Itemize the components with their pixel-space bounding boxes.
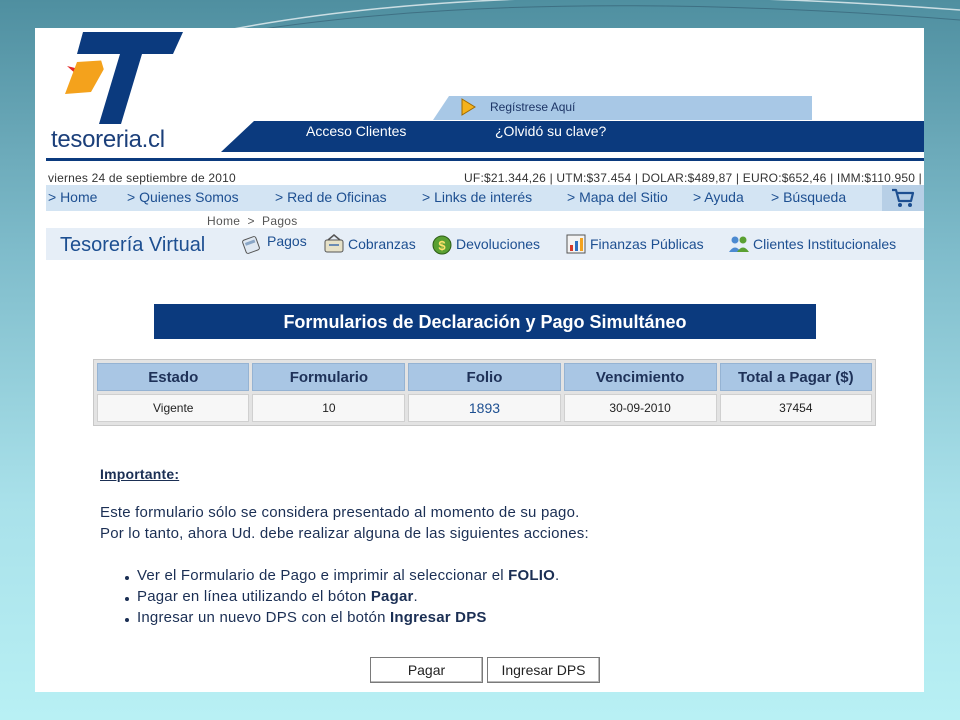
payment-forms-table: Estado Formulario Folio Vencimiento Tota… xyxy=(93,359,876,426)
virtual-item-finanzas[interactable]: Finanzas Públicas xyxy=(590,236,704,252)
main-menu: > Home > Quienes Somos > Red de Oficinas… xyxy=(46,185,924,211)
finanzas-icon xyxy=(566,234,586,254)
breadcrumb[interactable]: Home > Pagos xyxy=(207,214,298,228)
tesoreria-virtual-title: Tesorería Virtual xyxy=(60,234,206,256)
logo-text: tesoreria.cl xyxy=(51,126,165,153)
menu-item-quienes-somos[interactable]: > Quienes Somos xyxy=(127,189,239,205)
devoluciones-icon: $ xyxy=(432,235,452,255)
svg-text:$: $ xyxy=(438,238,446,253)
notice-line-1: Este formulario sólo se considera presen… xyxy=(100,504,580,521)
cart-button[interactable] xyxy=(882,185,924,211)
table-header-row: Estado Formulario Folio Vencimiento Tota… xyxy=(97,363,872,391)
folio-link[interactable]: 1893 xyxy=(408,394,561,422)
pay-button[interactable]: Pagar xyxy=(370,657,483,683)
virtual-item-cobranzas[interactable]: Cobranzas xyxy=(348,236,416,252)
virtual-item-clientes[interactable]: Clientes Institucionales xyxy=(753,236,896,252)
column-header: Total a Pagar ($) xyxy=(719,363,872,391)
menu-item-home[interactable]: > Home xyxy=(48,189,97,205)
menu-item-ayuda[interactable]: > Ayuda xyxy=(693,189,744,205)
column-header: Estado xyxy=(97,363,250,391)
menu-item-busqueda[interactable]: > Búsqueda xyxy=(771,189,846,205)
cell-formulario: 10 xyxy=(252,394,406,422)
current-date: viernes 24 de septiembre de 2010 xyxy=(48,171,236,185)
notice-line-2: Por lo tanto, ahora Ud. debe realizar al… xyxy=(100,525,589,542)
menu-item-mapa[interactable]: > Mapa del Sitio xyxy=(567,189,668,205)
form-title: Formularios de Declaración y Pago Simult… xyxy=(154,304,816,339)
bullet-icon xyxy=(125,596,129,601)
menu-item-red-de-oficinas[interactable]: > Red de Oficinas xyxy=(275,189,387,205)
column-header: Formulario xyxy=(252,363,406,391)
column-header: Vencimiento xyxy=(563,363,717,391)
date-rates-bar: viernes 24 de septiembre de 2010 UF:$21.… xyxy=(46,158,924,187)
bullet-icon xyxy=(125,575,129,580)
forgot-password-link[interactable]: ¿Olvidó su clave? xyxy=(495,123,606,139)
economic-indicators: UF:$21.344,26 | UTM:$37.454 | DOLAR:$489… xyxy=(464,171,922,185)
virtual-item-pagos[interactable]: Pagos xyxy=(267,233,307,249)
cell-total: 37454 xyxy=(719,394,872,422)
notice-heading: Importante: xyxy=(100,466,180,482)
cell-vencimiento: 30-09-2010 xyxy=(563,394,717,422)
cobranzas-icon xyxy=(324,234,344,253)
list-item: Ingresar un nuevo DPS con el botón Ingre… xyxy=(125,609,487,626)
shopping-cart-icon xyxy=(892,188,915,207)
column-header: Folio xyxy=(408,363,561,391)
clientes-icon xyxy=(729,236,749,252)
cell-estado: Vigente xyxy=(97,394,250,422)
client-access-link[interactable]: Acceso Clientes xyxy=(306,123,406,139)
list-item: Pagar en línea utilizando el bóton Pagar… xyxy=(125,588,418,605)
pagos-icon xyxy=(242,236,260,254)
register-tab[interactable]: Regístrese Aquí xyxy=(433,96,812,120)
register-link[interactable]: Regístrese Aquí xyxy=(490,100,575,114)
browser-page: tesoreria.cl Regístrese Aquí Acceso Clie… xyxy=(35,28,924,692)
virtual-item-devoluciones[interactable]: Devoluciones xyxy=(456,236,540,252)
bullet-icon xyxy=(125,617,129,622)
list-item: Ver el Formulario de Pago e imprimir al … xyxy=(125,567,559,584)
client-navbar: Acceso Clientes ¿Olvidó su clave? xyxy=(221,121,924,152)
virtual-services-bar: Tesorería Virtual Pagos Cobranzas $ Devo… xyxy=(46,228,924,260)
play-arrow-icon xyxy=(461,98,476,116)
table-row: Vigente 10 1893 30-09-2010 37454 xyxy=(97,394,872,422)
menu-item-links[interactable]: > Links de interés xyxy=(422,189,532,205)
new-dps-button[interactable]: Ingresar DPS xyxy=(487,657,600,683)
